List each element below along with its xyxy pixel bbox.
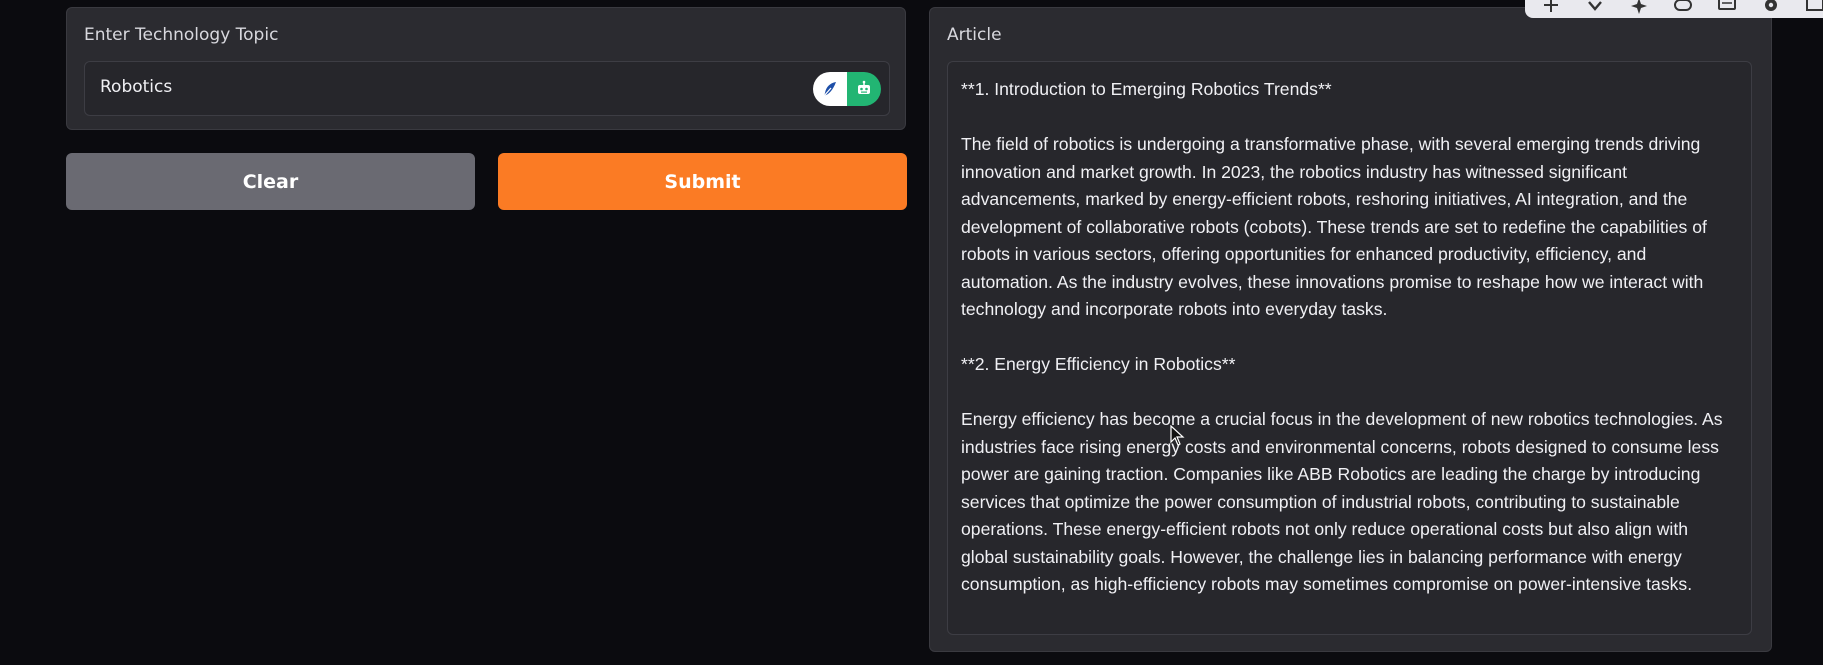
comment-icon[interactable]	[1715, 0, 1739, 18]
article-paragraph-1: The field of robotics is undergoing a tr…	[961, 134, 1707, 319]
feather-icon[interactable]	[813, 72, 847, 106]
clear-button[interactable]: Clear	[66, 153, 475, 210]
image-icon[interactable]	[1803, 0, 1823, 18]
submit-button[interactable]: Submit	[498, 153, 907, 210]
app-page: Enter Technology Topic Robotics Clear Su…	[0, 0, 1823, 665]
robot-icon[interactable]	[847, 72, 881, 106]
article-heading-1: **1. Introduction to Emerging Robotics T…	[961, 79, 1332, 99]
article-paragraph-2: Energy efficiency has become a crucial f…	[961, 409, 1723, 594]
article-panel: Article **1. Introduction to Emerging Ro…	[929, 7, 1772, 652]
article-heading-2: **2. Energy Efficiency in Robotics**	[961, 354, 1236, 374]
link-icon[interactable]	[1671, 0, 1695, 18]
article-output[interactable]: **1. Introduction to Emerging Robotics T…	[947, 61, 1752, 635]
topic-input-label: Enter Technology Topic	[84, 25, 279, 45]
settings-icon[interactable]	[1759, 0, 1783, 18]
article-label: Article	[947, 25, 1002, 45]
download-icon[interactable]	[1583, 0, 1607, 18]
sparkle-icon[interactable]	[1627, 0, 1651, 18]
extension-pill[interactable]	[813, 72, 881, 106]
mouse-cursor-icon	[1170, 424, 1186, 451]
floating-toolbar	[1525, 0, 1823, 18]
topic-input-value[interactable]: Robotics	[100, 77, 172, 97]
topic-input-field[interactable]: Robotics	[84, 61, 890, 116]
article-text: **1. Introduction to Emerging Robotics T…	[961, 76, 1739, 599]
move-icon[interactable]	[1539, 0, 1563, 18]
topic-input-panel: Enter Technology Topic Robotics	[66, 7, 906, 130]
